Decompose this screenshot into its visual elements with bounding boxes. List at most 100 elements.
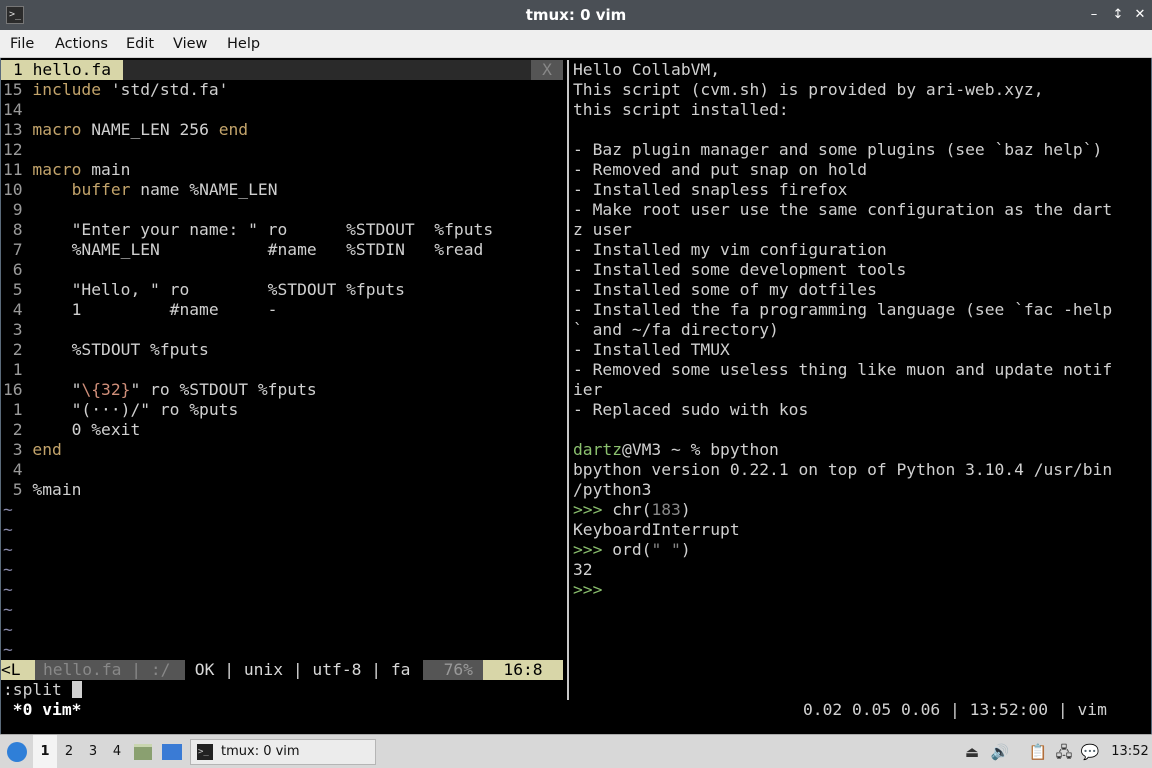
line-number: 4 [3,460,23,479]
clipboard-icon[interactable]: 📋 [1028,735,1048,768]
start-menu-button[interactable] [4,735,30,768]
vim-command-line[interactable]: :split [3,680,82,700]
shell-output-line: - Installed the fa programming language … [573,300,1113,319]
code-token: %STDOUT %fputs [32,340,209,359]
show-desktop-button[interactable] [162,735,184,768]
restore-icon[interactable]: ↕ [1110,7,1126,23]
close-icon[interactable]: ✕ [1132,7,1148,23]
folder-icon [134,743,152,760]
menu-view[interactable]: View [173,30,207,58]
window-titlebar[interactable]: >_ tmux: 0 vim – ↕ □ ✕ [0,0,1152,30]
code-line: 3 [3,320,32,340]
line-number: 2 [3,420,23,439]
line-number: 10 [3,180,23,199]
line-number: 15 [3,80,23,99]
line-number: 2 [3,340,23,359]
code-line: 11 macro main [3,160,130,180]
lubuntu-logo-icon [7,741,27,762]
shell-output-line: - Installed some of my dotfiles [573,280,877,299]
pane-divider[interactable] [567,60,569,700]
workspace-4[interactable]: 4 [105,735,129,768]
tmux-window-label[interactable]: *0 vim* [3,700,82,720]
code-line: 12 [3,140,32,160]
repl-prompt: >>> [573,500,603,519]
line-number: 13 [3,120,23,139]
code-line: 4 1 #name - [3,300,278,320]
code-line: 5 "Hello, " ro %STDOUT %fputs [3,280,405,300]
code-token: main [91,160,131,179]
taskbar-task-tmux[interactable]: >_ tmux: 0 vim [190,739,376,765]
code-line: 8 "Enter your name: " ro %STDOUT %fputs [3,220,493,240]
code-line: 2 0 %exit [3,420,140,440]
line-number: 9 [3,200,23,219]
workspace-3[interactable]: 3 [81,735,105,768]
shell-output-line: this script installed: [573,100,789,119]
code-line: 1 "(···)/" ro %puts [3,400,238,420]
empty-line-marker: ~ [3,640,13,659]
repl-prompt: >>> [573,580,603,599]
repl-input-line: >>> [573,580,602,600]
empty-line-marker: ~ [3,600,13,619]
code-line: 16 "\{32}" ro %STDOUT %fputs [3,380,317,400]
vim-status-file: hello.fa | :/ [35,660,185,680]
line-number: 16 [3,380,33,399]
shell-output-line: - Installed TMUX [573,340,730,359]
repl-arg: " " [651,540,681,559]
tmux-right-status: 0.02 0.05 0.06 | 13:52:00 | vim [803,700,1107,719]
terminal-area[interactable]: 1 hello.fa X 15 include 'std/std.fa' 1 4 1… [0,58,1152,734]
line-number: 11 [3,160,23,179]
shell-output-line: z user [573,220,632,239]
workspace-2[interactable]: 2 [57,735,81,768]
menu-file[interactable]: File [10,30,34,58]
line-number: 8 [3,220,23,239]
vim-command-text: :split [3,680,72,699]
notification-icon[interactable]: 💬 [1080,735,1100,768]
empty-line-marker: ~ [3,560,13,579]
code-token: macro [32,120,92,139]
shell-output-line: - Removed and put snap on hold [573,160,868,179]
vim-status-percent: 76% [423,660,483,680]
code-line: 6 [3,260,32,280]
repl-code: ) [680,500,691,519]
minimize-icon[interactable]: – [1086,7,1102,23]
file-manager-launcher[interactable] [134,735,154,768]
code-line: 3 end [3,440,62,460]
empty-line-marker: ~ [3,500,13,519]
volume-icon[interactable]: 🔊 [990,735,1010,768]
code-token: NAME_LEN 256 [91,120,219,139]
code-token: " [32,380,82,399]
code-line: 13 macro NAME_LEN 256 end [3,120,248,140]
code-token: 'std/std.fa' [110,80,229,99]
shell-output-line: This script (cvm.sh) is provided by ari-… [573,80,1044,99]
line-number: 1 [3,360,23,379]
vim-tab-close-button[interactable]: X [531,60,563,80]
code-token: 0 %exit [32,420,141,439]
empty-line-marker: ~ [3,580,13,599]
repl-output-line: KeyboardInterrupt [573,520,740,539]
line-number: 12 [3,140,23,159]
shell-output-line: - Make root user use the same configurat… [573,200,1113,219]
line-number: 7 [3,240,23,259]
code-token: include [32,80,111,99]
repl-input-line: >>> chr(183) [573,500,691,520]
code-token: name %NAME_LEN [140,180,278,199]
code-line: 15 include 'std/std.fa' [3,80,228,100]
text-cursor [71,681,82,698]
vim-status-mode: <L [1,660,35,680]
code-token: %NAME_LEN #name %STDIN %read [32,240,484,259]
code-token: buffer [71,180,141,199]
network-icon[interactable]: 🖧 [1054,735,1074,768]
vim-tab-hello[interactable]: 1 hello.fa [1,60,123,80]
menu-edit[interactable]: Edit [126,30,154,58]
code-token: macro [32,160,92,179]
repl-prompt: >>> [573,540,603,559]
shell-output-line: - Installed my vim configuration [573,240,887,259]
menu-actions[interactable]: Actions [55,30,108,58]
prompt-command: @VM3 ~ % bpython [622,440,779,459]
bpython-banner-line: bpython version 0.22.1 on top of Python … [573,460,1113,479]
workspace-1[interactable]: 1 [33,735,57,768]
clock[interactable]: 13:52 [1110,735,1150,768]
menu-help[interactable]: Help [227,30,260,58]
eject-icon[interactable]: ⏏ [962,735,982,768]
code-line: 7 %NAME_LEN #name %STDIN %read [3,240,484,260]
